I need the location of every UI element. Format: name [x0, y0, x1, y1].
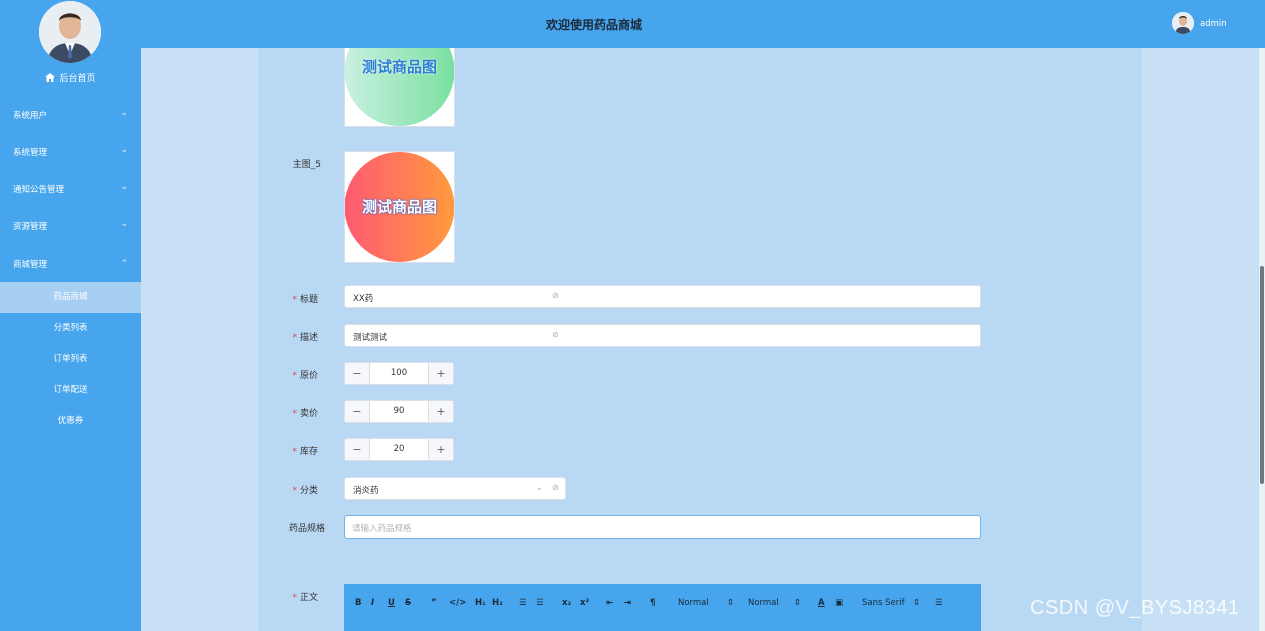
top-header: 欢迎使用药品商城 admin — [141, 0, 1265, 48]
chevron-up-icon: ⌃ — [120, 259, 128, 269]
bullet-list-icon[interactable]: ☰ — [536, 598, 544, 608]
sidebar-menu-system-manage[interactable]: 系统管理 ⌄ — [0, 133, 141, 170]
chevron-down-icon: ⌄ — [120, 182, 128, 192]
main-image-5[interactable]: 测试商品图 — [344, 151, 455, 263]
image-caption: 测试商品图 — [361, 198, 437, 216]
strike-icon[interactable]: S — [405, 598, 411, 608]
sidebar: 后台首页 系统用户 ⌄ 系统管理 ⌄ 通知公告管理 ⌄ 资源管理 ⌄ 商城管理 … — [0, 0, 141, 631]
chevron-down-icon: ⌄ — [120, 145, 128, 155]
image-caption: 测试商品图 — [361, 58, 437, 76]
category-select[interactable]: 消炎药 ⌄ ⊘ — [344, 477, 566, 500]
sidebar-home-label: 后台首页 — [59, 74, 96, 84]
watermark: CSDN @V_BYSJ8341 — [1030, 597, 1240, 619]
code-icon[interactable]: </> — [449, 598, 466, 608]
check-circle-icon: ⊘ — [552, 330, 559, 339]
quote-icon[interactable]: ” — [431, 598, 437, 608]
rich-text-toolbar: B I U S ” </> H₁ H₂ ☰ ☰ x₂ x² ⇤ ⇥ ¶ Norm… — [344, 584, 981, 631]
chevron-down-icon: ⌄ — [120, 219, 128, 229]
align-icon[interactable]: ☰ — [935, 598, 943, 608]
title-input[interactable]: XX药 ⊘ — [344, 285, 981, 308]
home-icon — [45, 72, 56, 85]
header-select[interactable]: Normal — [678, 598, 709, 608]
page-title: 欢迎使用药品商城 — [546, 18, 643, 32]
increase-button[interactable]: + — [428, 401, 453, 422]
menu-label: 商城管理 — [13, 260, 48, 270]
desc-value: 测试测试 — [353, 333, 388, 343]
ordered-list-icon[interactable]: ☰ — [519, 598, 527, 608]
sidebar-menu-system-users[interactable]: 系统用户 ⌄ — [0, 96, 141, 133]
direction-icon[interactable]: ¶ — [650, 598, 655, 608]
select-arrows-icon: ⇕ — [913, 598, 921, 608]
desc-label: * 描述 — [292, 333, 318, 343]
category-label: * 分类 — [292, 486, 318, 496]
font-select[interactable]: Sans Serif — [862, 598, 905, 608]
menu-label: 资源管理 — [13, 222, 48, 232]
increase-button[interactable]: + — [428, 363, 453, 384]
bold-icon[interactable]: B — [355, 598, 361, 608]
price-value[interactable]: 100 — [369, 368, 429, 378]
sidebar-item-drug-mall[interactable]: 药品商城 — [0, 282, 141, 313]
increase-button[interactable]: + — [428, 439, 453, 460]
subscript-icon[interactable]: x₂ — [562, 598, 571, 608]
price-stepper[interactable]: − 100 + — [344, 362, 454, 385]
heading1-icon[interactable]: H₁ — [475, 598, 486, 608]
title-value: XX药 — [353, 294, 374, 304]
sidebar-menu-mall[interactable]: 商城管理 ⌃ — [0, 245, 141, 282]
sidebar-menu-resource[interactable]: 资源管理 ⌄ — [0, 207, 141, 244]
menu-label: 系统管理 — [13, 148, 48, 158]
stock-stepper[interactable]: − 20 + — [344, 438, 454, 461]
stock-label: * 库存 — [292, 447, 318, 457]
spec-label: 药品规格 — [288, 524, 325, 534]
menu-label: 系统用户 — [13, 111, 48, 121]
sidebar-home[interactable]: 后台首页 — [0, 71, 141, 87]
decrease-button[interactable]: − — [345, 439, 370, 460]
spec-placeholder: 请输入药品规格 — [352, 524, 412, 534]
font-color-icon[interactable]: A — [818, 598, 825, 608]
scrollbar-thumb[interactable] — [1260, 266, 1264, 484]
italic-icon[interactable]: I — [371, 598, 374, 608]
sidebar-item-order-list[interactable]: 订单列表 — [0, 344, 141, 375]
decrease-button[interactable]: − — [345, 363, 370, 384]
chevron-down-icon: ⌄ — [536, 483, 543, 492]
check-circle-icon: ⊘ — [552, 483, 559, 492]
sale-label: * 卖价 — [292, 409, 318, 419]
background-color-icon[interactable]: ▣ — [835, 598, 843, 608]
sidebar-menu-notice[interactable]: 通知公告管理 ⌄ — [0, 170, 141, 207]
title-label: * 标题 — [292, 295, 318, 305]
chevron-down-icon: ⌄ — [120, 108, 128, 118]
user-avatar — [39, 1, 101, 63]
sidebar-item-order-delivery[interactable]: 订单配送 — [0, 375, 141, 406]
underline-icon[interactable]: U — [388, 598, 395, 608]
category-value: 消炎药 — [353, 486, 379, 496]
header-username[interactable]: admin — [1200, 19, 1227, 29]
sidebar-item-coupon[interactable]: 优惠券 — [0, 406, 141, 437]
decrease-button[interactable]: − — [345, 401, 370, 422]
spec-input[interactable]: 请输入药品规格 — [344, 515, 981, 539]
select-arrows-icon: ⇕ — [794, 598, 802, 608]
desc-input[interactable]: 测试测试 ⊘ — [344, 324, 981, 347]
body-label: * 正文 — [292, 593, 318, 603]
check-circle-icon: ⊘ — [552, 291, 559, 300]
main-image-4[interactable]: 测试商品图 — [344, 48, 455, 127]
outdent-icon[interactable]: ⇤ — [606, 598, 613, 608]
select-arrows-icon: ⇕ — [727, 598, 735, 608]
size-select[interactable]: Normal — [748, 598, 779, 608]
menu-label: 通知公告管理 — [13, 185, 65, 195]
heading2-icon[interactable]: H₂ — [492, 598, 503, 608]
stock-value[interactable]: 20 — [369, 444, 429, 454]
header-avatar[interactable] — [1172, 12, 1194, 34]
indent-icon[interactable]: ⇥ — [624, 598, 631, 608]
sidebar-item-category-list[interactable]: 分类列表 — [0, 313, 141, 344]
superscript-icon[interactable]: x² — [580, 598, 589, 608]
main-image-5-label: 主图_5 — [292, 160, 321, 170]
sale-stepper[interactable]: − 90 + — [344, 400, 454, 423]
sale-value[interactable]: 90 — [369, 406, 429, 416]
price-label: * 原价 — [292, 371, 318, 381]
